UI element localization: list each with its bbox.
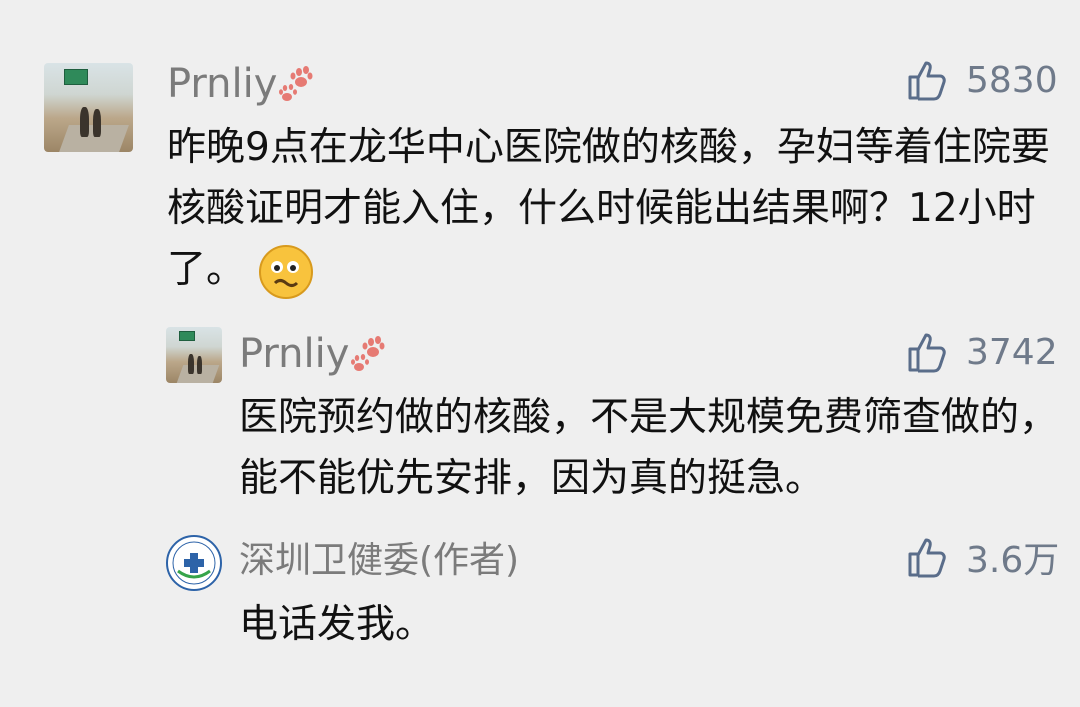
comment-text: 电话发我。 — [239, 602, 435, 647]
shenzhen-health-commission-logo[interactable] — [166, 535, 222, 591]
username[interactable]: 深圳卫健委(作者) — [239, 537, 519, 585]
like-button[interactable]: 3.6万 — [906, 535, 1059, 581]
comment-3: 深圳卫健委(作者) 3.6万 电话发我。 — [0, 0, 1080, 707]
seal-emblem-icon — [172, 541, 216, 585]
thumbs-up-icon — [908, 538, 946, 578]
